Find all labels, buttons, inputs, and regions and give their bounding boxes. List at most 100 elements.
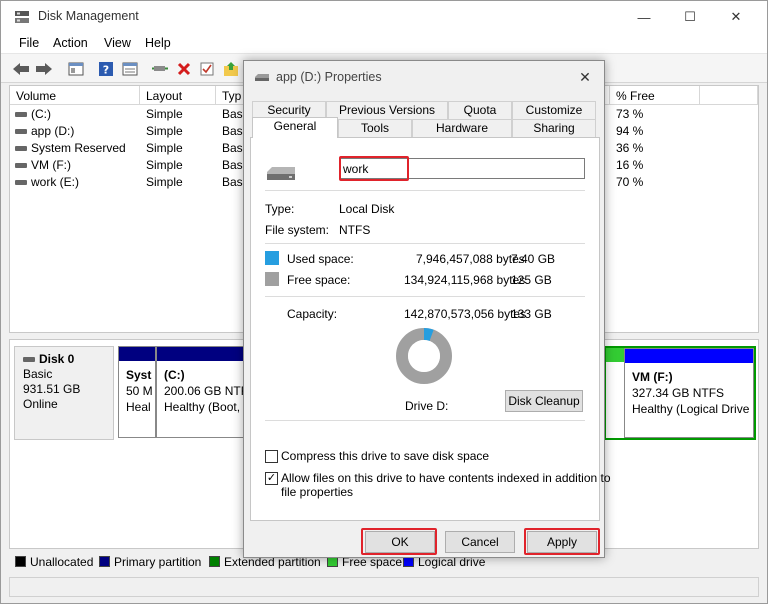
close-button[interactable]: ✕ — [713, 1, 759, 33]
partition-size: 200.06 GB NTFS — [164, 384, 252, 398]
disk-management-icon — [15, 11, 29, 23]
minimize-button[interactable]: — — [621, 1, 667, 33]
file-system-value: NTFS — [339, 223, 371, 237]
table-row[interactable]: System Reserved — [15, 141, 126, 159]
properties-icon[interactable] — [120, 59, 140, 79]
legend-primary: Primary partition — [99, 555, 201, 569]
partition-name: (C:) — [164, 368, 185, 382]
column-header-empty — [700, 86, 758, 105]
disk-cleanup-button[interactable]: Disk Cleanup — [505, 390, 583, 412]
usage-donut — [396, 328, 452, 384]
free-space-bar — [606, 348, 624, 362]
help-icon[interactable]: ? — [96, 59, 116, 79]
column-header-free-percent[interactable]: % Free — [610, 86, 700, 105]
volume-free: 70 % — [616, 175, 644, 189]
compress-label: Compress this drive to save disk space — [281, 449, 490, 463]
cancel-button[interactable]: Cancel — [445, 531, 515, 553]
disk-type: Basic — [23, 367, 53, 381]
maximize-button[interactable]: ☐ — [667, 1, 713, 33]
tab-previous-versions[interactable]: Previous Versions — [326, 101, 448, 119]
table-row[interactable]: VM (F:) — [15, 158, 71, 176]
console-tree-icon[interactable] — [66, 59, 86, 79]
tab-hardware[interactable]: Hardware — [412, 119, 512, 137]
capacity-size: 133 GB — [511, 307, 552, 321]
separator — [265, 190, 585, 191]
volume-name: VM (F:) — [31, 158, 71, 172]
column-header-volume[interactable]: Volume — [10, 86, 140, 105]
used-space-swatch — [265, 251, 279, 265]
volume-icon — [15, 146, 27, 152]
partition-bar — [157, 347, 255, 361]
disk-name-text: Disk 0 — [39, 352, 75, 366]
volume-icon — [15, 112, 27, 118]
general-tab-panel: Type: Local Disk File system: NTFS Used … — [250, 137, 611, 521]
table-row[interactable]: work (E:) — [15, 175, 79, 193]
column-header-layout[interactable]: Layout — [140, 86, 216, 105]
tab-sharing[interactable]: Sharing — [512, 119, 596, 137]
legend-swatch — [15, 556, 26, 567]
volume-type: Basi — [222, 124, 246, 138]
partition-bar — [119, 347, 155, 361]
partition-status: Healthy (Logical Drive — [632, 402, 750, 416]
menu-view[interactable]: View — [104, 36, 131, 50]
partition-vm-f[interactable]: VM (F:) 327.34 GB NTFS Healthy (Logical … — [624, 348, 754, 438]
partition-c[interactable]: (C:) 200.06 GB NTFS Healthy (Boot, P — [156, 346, 256, 438]
index-label-line-1: Allow files on this drive to have conten… — [281, 471, 611, 485]
partition-name: VM (F:) — [632, 370, 673, 384]
volume-icon — [15, 163, 27, 169]
partition-size: 327.34 GB NTFS — [632, 386, 725, 400]
volume-type: Basi — [222, 107, 246, 121]
disk-name: Disk 0 — [23, 352, 105, 367]
used-space-label: Used space: — [287, 252, 354, 266]
disk-status: Online — [23, 397, 58, 411]
free-space-swatch — [265, 272, 279, 286]
tab-tools[interactable]: Tools — [338, 119, 412, 137]
tab-customize[interactable]: Customize — [512, 101, 596, 119]
dialog-close-button[interactable]: ✕ — [574, 66, 596, 88]
capacity-bytes: 142,870,573,056 bytes — [404, 307, 527, 321]
folder-up-icon[interactable] — [221, 59, 241, 79]
volume-layout: Simple — [146, 158, 183, 172]
separator — [265, 243, 585, 244]
capacity-label: Capacity: — [287, 307, 338, 321]
dialog-title: app (D:) Properties — [276, 70, 382, 84]
table-row[interactable]: (C:) — [15, 107, 51, 125]
index-checkbox[interactable]: ✓ — [265, 472, 278, 485]
used-space-bytes: 7,946,457,088 bytes — [416, 252, 525, 266]
properties-dialog: app (D:) Properties ✕ Security Previous … — [243, 60, 611, 558]
menu-help[interactable]: Help — [145, 36, 171, 50]
back-arrow-icon[interactable] — [11, 59, 31, 79]
disk-size: 931.51 GB — [23, 382, 81, 396]
partition-bar — [625, 349, 753, 363]
menu-action[interactable]: Action — [53, 36, 88, 50]
free-space-bytes: 134,924,115,968 bytes — [404, 273, 526, 287]
volume-layout: Simple — [146, 107, 183, 121]
table-row[interactable]: app (D:) — [15, 124, 74, 142]
legend-swatch — [99, 556, 110, 567]
disk-0-info[interactable]: Disk 0 Basic 931.51 GB Online — [14, 346, 114, 440]
tab-quota[interactable]: Quota — [448, 101, 512, 119]
legend-label: Unallocated — [30, 555, 94, 569]
file-system-label: File system: — [265, 223, 330, 237]
partition-system-reserved[interactable]: Syst 50 M Heal — [118, 346, 156, 438]
tab-general[interactable]: General — [252, 117, 338, 138]
menu-file[interactable]: File — [19, 36, 39, 50]
check-icon[interactable] — [197, 59, 217, 79]
forward-arrow-icon[interactable] — [34, 59, 54, 79]
menu-bar: File Action View Help — [1, 33, 767, 53]
volume-layout: Simple — [146, 175, 183, 189]
used-space-size: 7.40 GB — [511, 252, 556, 266]
volume-free: 94 % — [616, 124, 644, 138]
partition-details: Syst 50 M Heal — [122, 364, 152, 434]
index-label-line-2: file properties — [281, 485, 354, 499]
volume-name: work (E:) — [31, 175, 79, 189]
delete-icon[interactable] — [174, 59, 194, 79]
connect-icon[interactable] — [150, 59, 170, 79]
drive-icon — [255, 74, 269, 81]
separator — [265, 420, 585, 421]
volume-free: 16 % — [616, 158, 644, 172]
drive-label: Drive D: — [405, 399, 449, 413]
volume-type: Basi — [222, 141, 246, 155]
compress-checkbox[interactable] — [265, 450, 278, 463]
free-space-size: 125 GB — [511, 273, 552, 287]
